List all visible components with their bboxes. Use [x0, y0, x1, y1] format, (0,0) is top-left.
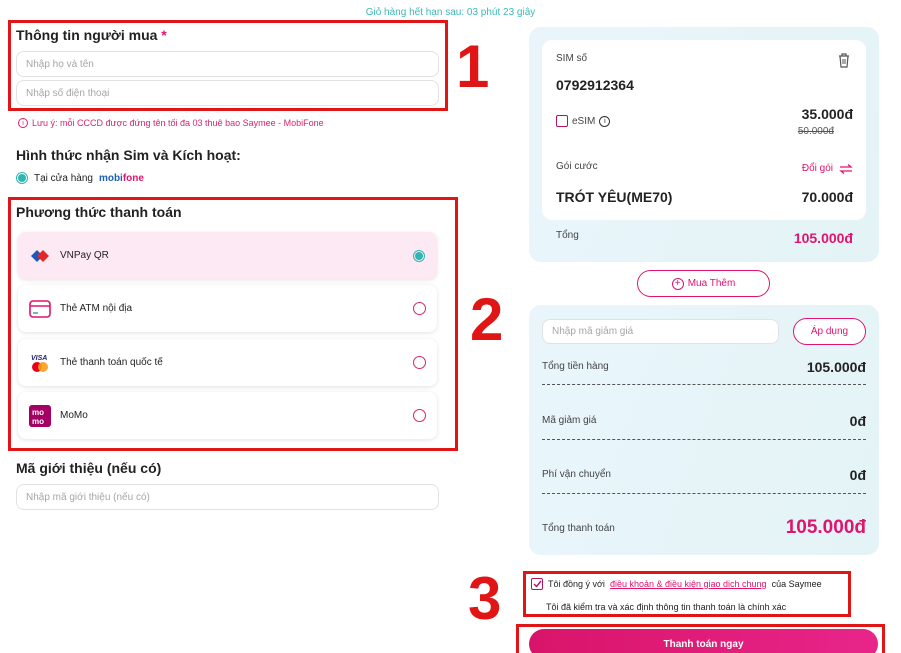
trash-icon[interactable]	[837, 52, 851, 73]
radio-unselected-icon[interactable]	[412, 409, 426, 422]
delivery-title: Hình thức nhận Sim và Kích hoạt:	[16, 147, 241, 163]
required-mark: *	[161, 27, 167, 43]
dashed-divider	[542, 439, 866, 440]
payment-option-label: Thẻ thanh toán quốc tế	[60, 357, 163, 368]
dashed-divider	[542, 384, 866, 385]
cccd-note: i Lưu ý: mỗi CCCD được đứng tên tối đa 0…	[18, 118, 324, 128]
sim-old-price: 50.000đ	[797, 126, 834, 137]
radio-unselected-icon[interactable]	[412, 302, 426, 315]
package-name: TRÓT YÊU(ME70)	[556, 189, 673, 205]
terms-checkbox[interactable]	[531, 578, 543, 590]
mobifone-logo-mobi: mobi	[98, 172, 123, 184]
atm-card-icon	[28, 297, 52, 321]
info-icon: i	[18, 118, 28, 128]
pay-now-button[interactable]: Thanh toán ngay	[529, 629, 878, 653]
name-input[interactable]	[16, 51, 439, 77]
dashed-divider	[542, 493, 866, 494]
esim-checkbox[interactable]	[556, 115, 568, 127]
mobifone-logo: mobifone	[99, 173, 144, 184]
buy-more-label: Mua Thêm	[687, 278, 736, 289]
sim-price: 35.000đ	[801, 106, 853, 122]
payment-option-label: MoMo	[60, 410, 88, 421]
referral-title: Mã giới thiệu (nếu có)	[16, 460, 162, 476]
cart-total-label: Tổng	[556, 230, 579, 241]
annotation-number-3: 3	[468, 565, 502, 632]
buyer-info-title-text: Thông tin người mua	[16, 27, 158, 43]
annotation-number-2: 2	[470, 286, 504, 353]
momo-text-bottom: mo	[32, 417, 44, 426]
esim-label: eSIM	[572, 115, 596, 127]
coupon-input[interactable]	[542, 319, 779, 344]
phone-input[interactable]	[16, 80, 439, 106]
payment-option-atm[interactable]: Thẻ ATM nội địa	[18, 285, 437, 332]
buy-more-button[interactable]: + Mua Thêm	[637, 270, 770, 297]
terms-agreement: Tôi đồng ý với điều khoản & điều kiện gi…	[531, 578, 822, 590]
confirm-text: Tôi đã kiểm tra và xác định thông tin th…	[546, 602, 787, 612]
payment-option-momo[interactable]: mo mo MoMo	[18, 392, 437, 439]
sim-label: SIM số	[556, 53, 588, 64]
annotation-number-1: 1	[456, 33, 490, 100]
summary-row-value: 105.000đ	[806, 359, 866, 375]
pay-now-label: Thanh toán ngay	[663, 638, 744, 650]
terms-suffix: của Saymee	[771, 579, 822, 589]
check-icon	[533, 580, 542, 588]
summary-row-label: Mã giảm giá	[542, 415, 597, 426]
buyer-info-title: Thông tin người mua *	[16, 27, 167, 43]
payment-option-label: VNPay QR	[60, 250, 109, 261]
momo-icon: mo mo	[28, 404, 52, 428]
cart-total-value: 105.000đ	[793, 230, 853, 246]
esim-option[interactable]: eSIM i	[556, 115, 611, 127]
package-label: Gói cước	[556, 161, 598, 172]
grand-total-label: Tổng thanh toán	[542, 523, 615, 534]
radio-selected-icon[interactable]	[413, 249, 425, 262]
package-price: 70.000đ	[801, 189, 853, 205]
terms-link[interactable]: điều khoản & điều kiện giao dịch chung	[610, 579, 767, 589]
delivery-option-store[interactable]: Tại cửa hàng mobifone	[16, 172, 144, 184]
summary-row-value: 0đ	[849, 413, 866, 429]
swap-arrows-icon	[839, 163, 853, 174]
summary-row-value: 0đ	[849, 467, 866, 483]
radio-selected-icon	[16, 172, 28, 184]
visa-text: VISA	[31, 355, 47, 362]
sim-number: 0792912364	[556, 77, 634, 93]
summary-row-label: Phí vận chuyển	[542, 469, 611, 480]
change-package-link[interactable]: Đổi gói	[802, 163, 853, 174]
radio-unselected-icon[interactable]	[412, 356, 426, 369]
vnpay-icon	[28, 244, 52, 268]
change-package-label: Đổi gói	[801, 163, 833, 174]
payment-option-label: Thẻ ATM nội địa	[60, 303, 133, 314]
cccd-note-text: Lưu ý: mỗi CCCD được đứng tên tối đa 03 …	[32, 118, 324, 128]
visa-mastercard-icon: VISA	[28, 351, 52, 375]
referral-input[interactable]	[16, 484, 439, 510]
mobifone-logo-fone: fone	[122, 172, 144, 184]
momo-text-top: mo	[32, 408, 44, 417]
payment-option-international-card[interactable]: VISA Thẻ thanh toán quốc tế	[18, 339, 437, 386]
payment-title: Phương thức thanh toán	[16, 204, 182, 220]
payment-option-vnpay[interactable]: VNPay QR	[18, 232, 437, 279]
plus-circle-icon: +	[671, 277, 684, 290]
delivery-option-label: Tại cửa hàng	[34, 172, 93, 184]
cart-timer: Giỏ hàng hết hạn sau: 03 phút 23 giây	[365, 7, 536, 18]
info-icon: i	[599, 115, 611, 127]
apply-coupon-label: Áp dụng	[810, 326, 849, 337]
summary-row-label: Tổng tiền hàng	[542, 361, 609, 372]
terms-prefix: Tôi đồng ý với	[548, 579, 605, 589]
grand-total-value: 105.000đ	[785, 517, 866, 538]
apply-coupon-button[interactable]: Áp dụng	[793, 318, 866, 345]
